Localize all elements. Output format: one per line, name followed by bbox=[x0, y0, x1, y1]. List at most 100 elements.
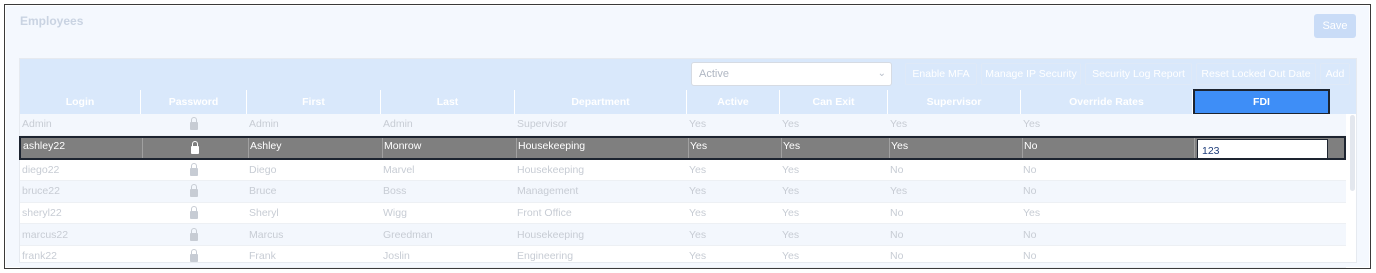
column-header-fdi[interactable]: FDI bbox=[1193, 89, 1330, 115]
table-row[interactable]: frank22 Frank Joslin Engineering Yes Yes… bbox=[20, 246, 1346, 268]
status-filter-value: Active bbox=[699, 68, 729, 80]
cell-first: Marcus bbox=[249, 228, 284, 241]
cell-can-exit: Yes bbox=[782, 185, 800, 198]
lock-icon bbox=[191, 140, 199, 154]
cell-department: Front Office bbox=[517, 207, 572, 220]
cell-password bbox=[141, 181, 247, 202]
vertical-scrollbar[interactable] bbox=[1350, 115, 1355, 191]
cell-active: Yes bbox=[689, 118, 707, 131]
cell-password bbox=[141, 203, 247, 224]
chevron-down-icon: ⌄ bbox=[877, 68, 886, 79]
cell-active: Yes bbox=[689, 228, 707, 241]
cell-last: Wigg bbox=[383, 207, 407, 220]
cell-active: Yes bbox=[689, 207, 707, 220]
cell-supervisor: No bbox=[890, 207, 904, 220]
grid-rows: Admin Admin Admin Supervisor Yes Yes Yes… bbox=[19, 114, 1346, 268]
cell-active: Yes bbox=[689, 185, 707, 198]
cell-override-rates: No bbox=[1023, 163, 1037, 176]
cell-login: diego22 bbox=[22, 163, 60, 176]
cell-supervisor: No bbox=[890, 163, 904, 176]
security-log-report-button[interactable]: Security Log Report bbox=[1085, 63, 1192, 85]
cell-can-exit: Yes bbox=[783, 139, 801, 152]
cell-last: Boss bbox=[383, 185, 407, 198]
cell-login: Admin bbox=[22, 118, 52, 131]
cell-last: Monrow bbox=[384, 139, 422, 152]
grid-toolbar: Active ⌄ Enable MFA Manage IP Security S… bbox=[20, 59, 1356, 90]
grid-header: Login Password First Last Department Act… bbox=[20, 89, 1356, 115]
column-header-password[interactable]: Password bbox=[141, 90, 247, 114]
cell-override-rates: Yes bbox=[1023, 118, 1041, 131]
cell-first: Sheryl bbox=[249, 207, 279, 220]
cell-active: Yes bbox=[689, 250, 707, 263]
employees-grid: Active ⌄ Enable MFA Manage IP Security S… bbox=[19, 58, 1357, 268]
lock-icon bbox=[190, 206, 198, 220]
cell-login: marcus22 bbox=[22, 228, 69, 241]
cell-first: Bruce bbox=[249, 185, 277, 198]
cell-department: Supervisor bbox=[517, 118, 568, 131]
cell-can-exit: Yes bbox=[782, 228, 800, 241]
cell-login: ashley22 bbox=[23, 139, 66, 152]
cell-first: Admin bbox=[249, 118, 279, 131]
column-header-active[interactable]: Active bbox=[687, 90, 780, 114]
lock-icon bbox=[190, 117, 198, 131]
cell-can-exit: Yes bbox=[782, 163, 800, 176]
add-button[interactable]: Add bbox=[1320, 63, 1350, 85]
cell-department: Housekeeping bbox=[517, 228, 585, 241]
lock-icon bbox=[190, 249, 198, 263]
table-row[interactable]: sheryl22 Sheryl Wigg Front Office Yes Ye… bbox=[20, 203, 1346, 225]
cell-login: bruce22 bbox=[22, 185, 60, 198]
cell-active: Yes bbox=[690, 139, 708, 152]
cell-password bbox=[141, 246, 247, 267]
fdi-input[interactable] bbox=[1197, 138, 1328, 159]
manage-ip-security-button[interactable]: Manage IP Security bbox=[981, 63, 1081, 85]
column-header-override-rates[interactable]: Override Rates bbox=[1021, 90, 1193, 114]
reset-locked-out-date-button[interactable]: Reset Locked Out Date bbox=[1196, 63, 1316, 85]
cell-last: Admin bbox=[383, 118, 413, 131]
cell-can-exit: Yes bbox=[782, 250, 800, 263]
cell-last: Greedman bbox=[383, 228, 433, 241]
cell-department: Housekeeping bbox=[518, 139, 586, 152]
cell-override-rates: Yes bbox=[1023, 207, 1041, 220]
cell-supervisor: Yes bbox=[891, 139, 909, 152]
cell-supervisor: No bbox=[890, 228, 904, 241]
cell-password bbox=[142, 138, 248, 158]
panel-title: Employees bbox=[20, 14, 84, 28]
column-header-department[interactable]: Department bbox=[515, 90, 687, 114]
lock-icon bbox=[190, 184, 198, 198]
table-row[interactable]: diego22 Diego Marvel Housekeeping Yes Ye… bbox=[20, 160, 1346, 182]
cell-can-exit: Yes bbox=[782, 207, 800, 220]
cell-password bbox=[141, 224, 247, 245]
cell-last: Joslin bbox=[383, 250, 410, 263]
cell-last: Marvel bbox=[383, 163, 415, 176]
enable-mfa-button[interactable]: Enable MFA bbox=[905, 63, 977, 85]
cell-supervisor: Yes bbox=[890, 185, 908, 198]
cell-override-rates: No bbox=[1023, 250, 1037, 263]
cell-override-rates: No bbox=[1023, 185, 1037, 198]
column-header-supervisor[interactable]: Supervisor bbox=[888, 90, 1021, 114]
status-filter-select[interactable]: Active ⌄ bbox=[691, 62, 892, 86]
cell-login: frank22 bbox=[22, 250, 58, 263]
cell-department: Engineering bbox=[517, 250, 574, 263]
cell-override-rates: No bbox=[1023, 228, 1037, 241]
table-row[interactable]: Admin Admin Admin Supervisor Yes Yes Yes… bbox=[20, 114, 1346, 136]
cell-password bbox=[141, 114, 247, 135]
cell-active: Yes bbox=[689, 163, 707, 176]
cell-first: Frank bbox=[249, 250, 276, 263]
employees-panel: Employees Save Active ⌄ Enable MFA Manag… bbox=[6, 6, 1369, 268]
column-header-can-exit[interactable]: Can Exit bbox=[780, 90, 888, 114]
cell-password bbox=[141, 160, 247, 181]
cell-first: Ashley bbox=[250, 139, 282, 152]
table-row-selected[interactable]: ashley22 Ashley Monrow Housekeeping Yes … bbox=[19, 135, 1346, 160]
cell-supervisor: No bbox=[890, 250, 904, 263]
save-button[interactable]: Save bbox=[1314, 14, 1356, 38]
table-row[interactable]: marcus22 Marcus Greedman Housekeeping Ye… bbox=[20, 224, 1346, 246]
column-header-last[interactable]: Last bbox=[381, 90, 515, 114]
table-row[interactable]: bruce22 Bruce Boss Management Yes Yes Ye… bbox=[20, 181, 1346, 203]
cell-department: Housekeeping bbox=[517, 163, 585, 176]
lock-icon bbox=[190, 162, 198, 176]
column-header-login[interactable]: Login bbox=[20, 90, 141, 114]
cell-override-rates: No bbox=[1024, 139, 1038, 152]
lock-icon bbox=[190, 227, 198, 241]
column-header-first[interactable]: First bbox=[247, 90, 381, 114]
cell-supervisor: Yes bbox=[890, 118, 908, 131]
